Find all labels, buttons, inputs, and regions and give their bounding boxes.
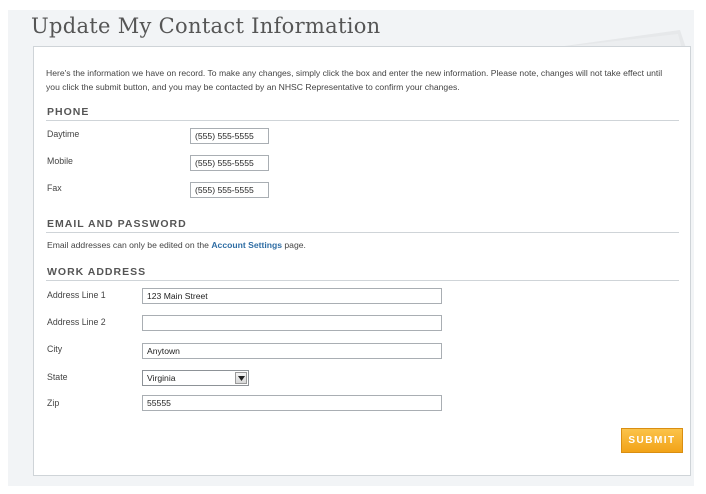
daytime-phone-input[interactable]: (555) 555-5555 <box>190 128 269 144</box>
city-label: City <box>47 344 63 354</box>
zip-label: Zip <box>47 398 60 408</box>
address-line2-input[interactable] <box>142 315 442 331</box>
email-note-text: Email addresses can only be edited on th… <box>47 240 212 250</box>
state-selected-value: Virginia <box>147 373 176 383</box>
fax-input[interactable]: (555) 555-5555 <box>190 182 269 198</box>
address-line1-input[interactable]: 123 Main Street <box>142 288 442 304</box>
form-panel <box>33 46 691 476</box>
address-line2-label: Address Line 2 <box>47 317 106 327</box>
state-select[interactable]: Virginia <box>142 370 249 386</box>
state-label: State <box>47 372 68 382</box>
phone-section-heading: PHONE <box>47 106 90 118</box>
email-note: Email addresses can only be edited on th… <box>47 240 306 250</box>
intro-text: Here's the information we have on record… <box>46 68 663 92</box>
address-divider <box>46 280 679 281</box>
chevron-down-icon[interactable] <box>235 372 247 384</box>
mobile-label: Mobile <box>47 156 73 166</box>
phone-divider <box>46 120 679 121</box>
mobile-phone-input[interactable]: (555) 555-5555 <box>190 155 269 171</box>
fax-label: Fax <box>47 183 62 193</box>
city-input[interactable]: Anytown <box>142 343 442 359</box>
address-section-heading: WORK ADDRESS <box>47 266 147 278</box>
email-section-heading: EMAIL AND PASSWORD <box>47 218 187 230</box>
email-note-suffix: page. <box>282 240 306 250</box>
email-divider <box>46 232 679 233</box>
page-title: Update My Contact Information <box>31 14 381 38</box>
daytime-label: Daytime <box>47 129 80 139</box>
address-line1-label: Address Line 1 <box>47 290 106 300</box>
submit-button[interactable]: SUBMIT <box>621 428 683 453</box>
zip-input[interactable]: 55555 <box>142 395 442 411</box>
account-settings-link[interactable]: Account Settings <box>211 240 282 250</box>
